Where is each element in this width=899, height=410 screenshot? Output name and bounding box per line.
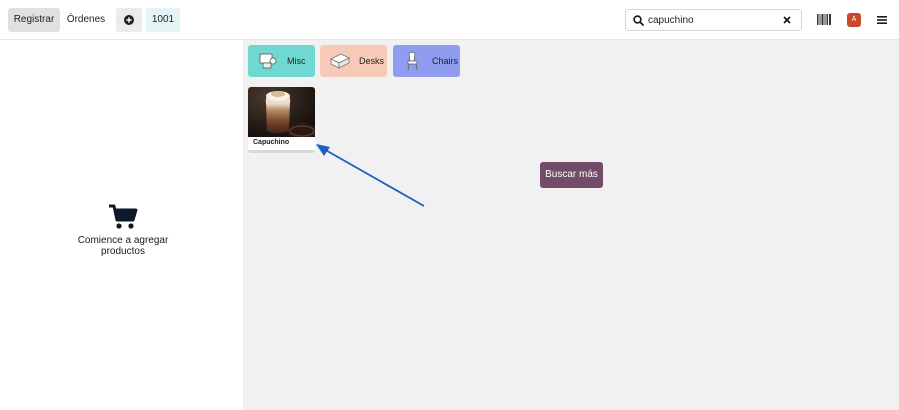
clear-search-icon[interactable] — [782, 15, 792, 25]
category-label: Chairs — [432, 56, 459, 66]
category-label: Desks — [359, 56, 385, 66]
category-misc[interactable]: Misc — [248, 45, 315, 77]
orders-tab[interactable]: Órdenes — [63, 8, 109, 32]
search-icon — [633, 15, 644, 26]
cappuccino-image — [248, 87, 315, 137]
shopping-cart-icon — [109, 204, 138, 229]
category-label: Misc — [287, 56, 306, 66]
category-chairs[interactable]: Chairs — [393, 45, 460, 77]
top-bar: Registrar Órdenes 1001 A — [0, 0, 899, 40]
products-panel: Misc Desks Chairs Capuchino Buscar más — [243, 40, 899, 410]
category-desks[interactable]: Desks — [320, 45, 387, 77]
user-avatar[interactable]: A — [847, 13, 861, 27]
search-more-button[interactable]: Buscar más — [540, 162, 603, 188]
chair-icon — [407, 51, 418, 71]
annotation-arrow — [316, 144, 425, 207]
barcode-icon[interactable] — [817, 14, 831, 25]
order-panel: Comience a agregar productos — [0, 40, 243, 410]
hamburger-menu-icon[interactable] — [877, 15, 887, 25]
product-card[interactable]: Capuchino — [248, 87, 315, 153]
register-tab[interactable]: Registrar — [8, 8, 60, 32]
misc-icon — [259, 53, 277, 69]
desk-icon — [330, 53, 350, 69]
plus-circle-icon — [124, 15, 134, 25]
product-name: Capuchino — [253, 139, 290, 146]
search-input[interactable] — [648, 12, 778, 28]
search-box — [625, 9, 802, 31]
empty-cart-message: Comience a agregar productos — [77, 235, 169, 257]
new-order-button[interactable] — [116, 8, 142, 32]
order-number-tab[interactable]: 1001 — [146, 8, 180, 32]
